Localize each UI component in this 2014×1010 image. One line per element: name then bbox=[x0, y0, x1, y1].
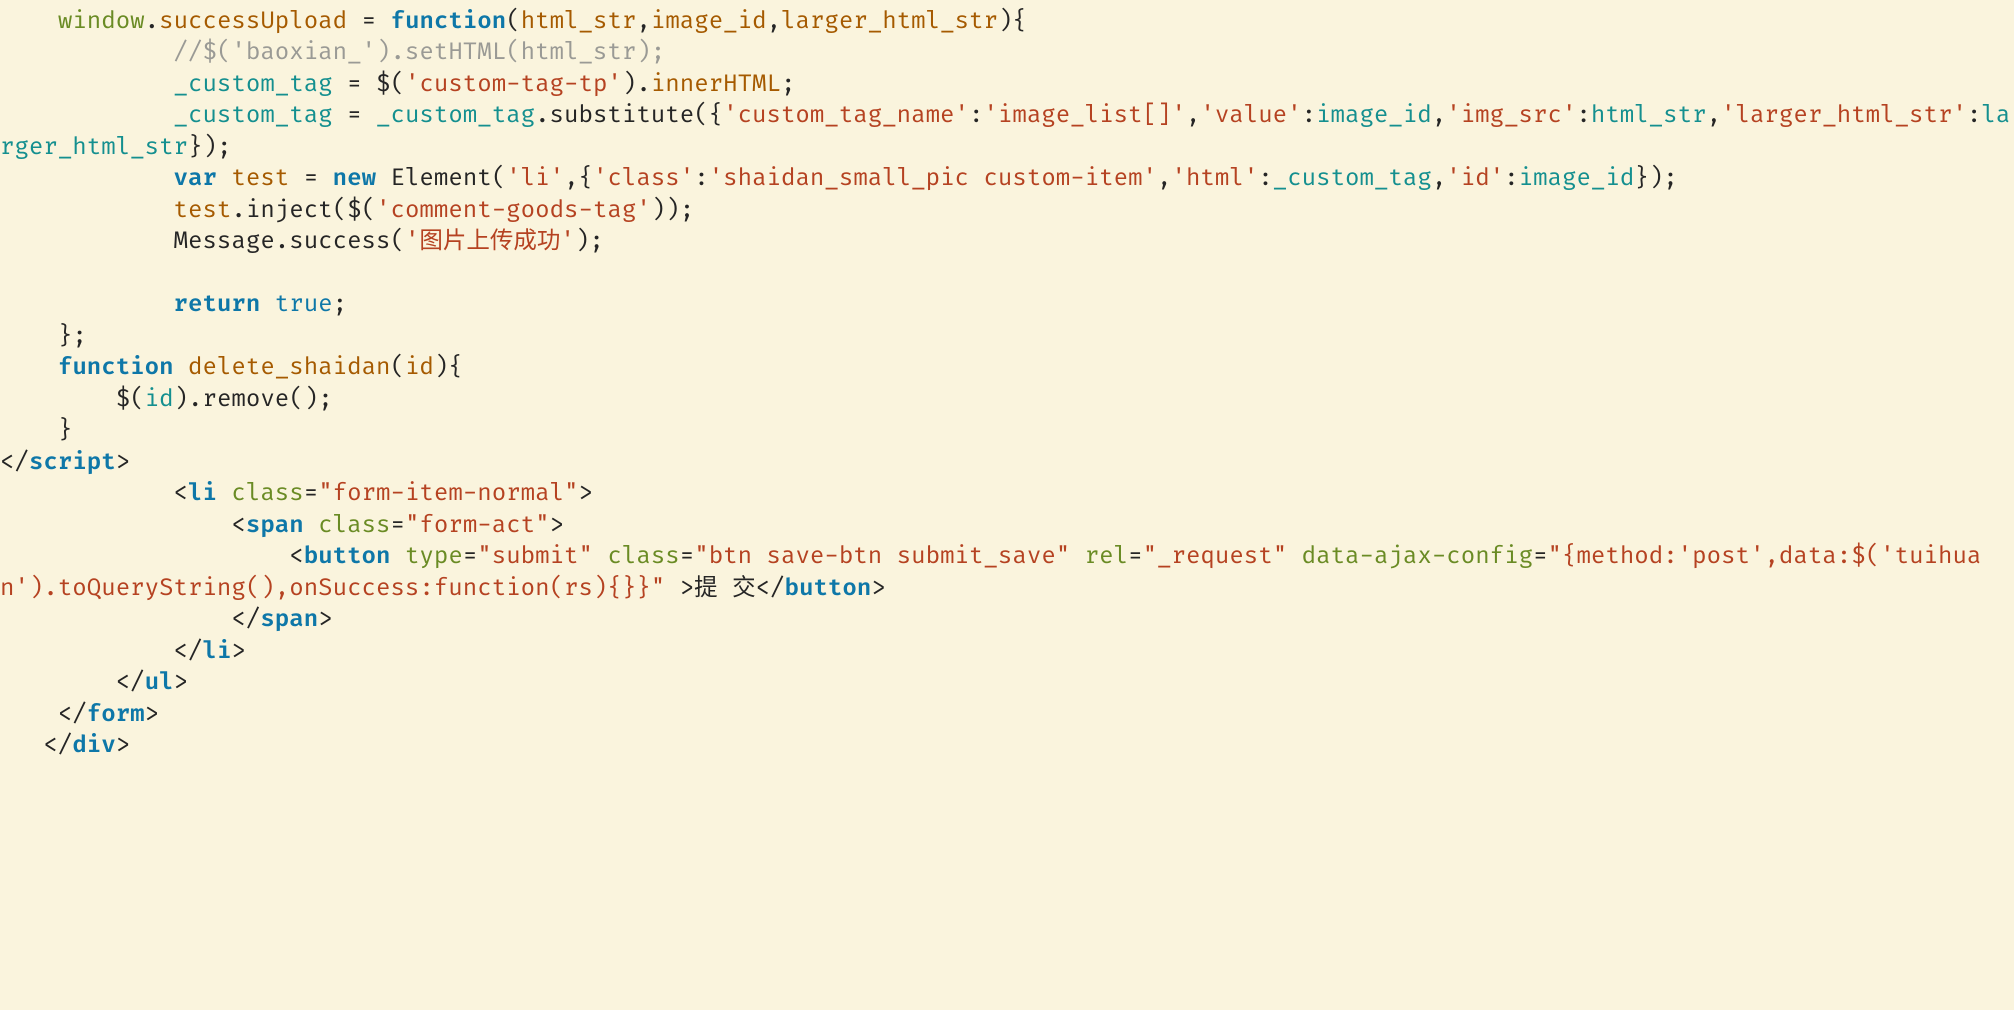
code-line: $(id).remove(); bbox=[0, 385, 333, 414]
code-line: _custom_tag = $('custom-tag-tp').innerHT… bbox=[0, 70, 795, 99]
code-line: <button type="submit" class="btn save-bt… bbox=[0, 542, 1981, 602]
code-line: </span> bbox=[0, 605, 333, 634]
code-line: <li class="form-item-normal"> bbox=[0, 479, 593, 508]
code-line: </li> bbox=[0, 637, 246, 666]
code-line: </ul> bbox=[0, 668, 188, 697]
code-line: var test = new Element('li',{'class':'sh… bbox=[0, 164, 1678, 193]
code-line: test.inject($('comment-goods-tag')); bbox=[0, 196, 694, 225]
code-line: function delete_shaidan(id){ bbox=[0, 353, 463, 382]
code-line: //$('baoxian_').setHTML(html_str); bbox=[0, 38, 665, 67]
code-line: <span class="form-act"> bbox=[0, 511, 564, 540]
code-line: } bbox=[0, 416, 72, 445]
code-line: </script> bbox=[0, 448, 130, 477]
code-line: return true; bbox=[0, 290, 347, 319]
code-line: Message.success('图片上传成功'); bbox=[0, 227, 604, 256]
code-line: </form> bbox=[0, 700, 159, 729]
code-line: window.successUpload = function(html_str… bbox=[0, 7, 1027, 36]
code-line: }; bbox=[0, 322, 87, 351]
code-line: _custom_tag = _custom_tag.substitute({'c… bbox=[0, 101, 2010, 161]
code-line: </div> bbox=[0, 731, 130, 760]
code-block: window.successUpload = function(html_str… bbox=[0, 0, 2014, 772]
